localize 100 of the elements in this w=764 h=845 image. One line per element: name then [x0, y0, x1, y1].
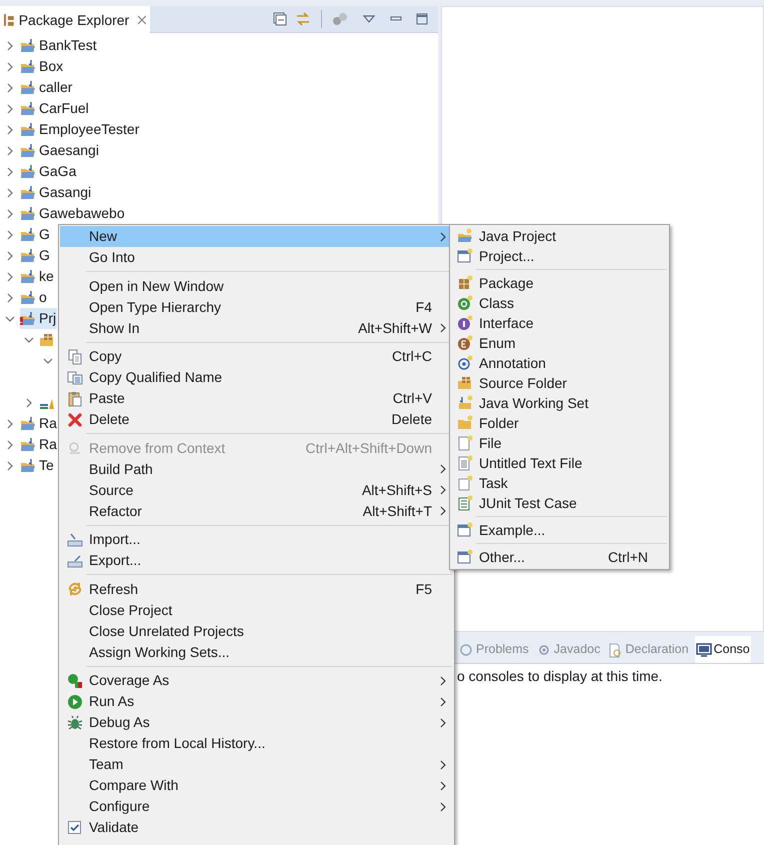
menu-item[interactable]: Package: [451, 273, 668, 293]
working-set-icon: [457, 395, 473, 411]
project-folder-icon: [20, 268, 36, 284]
project-folder-icon: [20, 458, 36, 474]
tree-item[interactable]: BankTest: [20, 35, 98, 56]
menu-item[interactable]: Configure: [60, 796, 453, 817]
bug-icon: [66, 714, 82, 730]
menu-item[interactable]: Source Alt+Shift+S: [60, 480, 453, 500]
menu-item[interactable]: Open Type Hierarchy F4: [60, 296, 453, 318]
menu-item[interactable]: Class: [451, 293, 668, 313]
menu-item[interactable]: Assign Working Sets...: [60, 642, 453, 662]
view-menu-icon[interactable]: [362, 14, 376, 24]
menu-item[interactable]: Restore from Local History...: [60, 733, 453, 754]
tree-item[interactable]: CarFuel: [20, 98, 90, 119]
import-icon: [66, 532, 82, 548]
monitor-icon: [696, 642, 712, 658]
shortcut-text: Ctrl+V: [392, 389, 432, 408]
tree-item[interactable]: EmployeeTester: [20, 119, 140, 140]
tree-item[interactable]: Ra: [20, 413, 58, 434]
tree-item[interactable]: Box: [20, 56, 64, 77]
class-icon: [457, 295, 473, 311]
menu-item[interactable]: Delete Delete: [60, 409, 453, 430]
project-folder-icon: [20, 416, 36, 432]
menu-item[interactable]: Show In Alt+Shift+W: [60, 318, 453, 338]
shortcut-text: Ctrl+C: [392, 347, 432, 366]
menu-item[interactable]: Refactor Alt+Shift+T: [60, 500, 453, 522]
menu-item[interactable]: Enum: [451, 333, 668, 353]
panel-tab[interactable]: Conso: [694, 636, 751, 663]
tree-item[interactable]: Prj: [20, 308, 58, 329]
menu-item[interactable]: Run As: [60, 691, 453, 712]
menu-item[interactable]: Java Working Set: [451, 393, 668, 413]
tree-item[interactable]: G: [20, 224, 51, 245]
shortcut-text: F4: [416, 298, 432, 316]
menu-item[interactable]: Close Project: [60, 600, 453, 620]
tree-item[interactable]: G: [20, 245, 51, 266]
tree-item[interactable]: Te: [20, 455, 55, 476]
project-folder-icon: [20, 122, 36, 138]
text-file-icon: [457, 455, 473, 471]
menu-item[interactable]: Go Into: [60, 247, 453, 268]
menu-item[interactable]: Build Path: [60, 458, 453, 480]
menu-item[interactable]: Source Folder: [451, 373, 668, 393]
interface-icon: [457, 315, 473, 331]
shortcut-text: Alt+Shift+T: [362, 502, 432, 520]
menu-item[interactable]: Import...: [60, 529, 453, 550]
menu-item[interactable]: Copy Qualified Name: [60, 367, 453, 388]
view-tab[interactable]: Package Explorer: [0, 6, 150, 34]
menu-item[interactable]: Project...: [451, 246, 668, 266]
menu-item[interactable]: Team: [60, 754, 453, 775]
coverage-icon: [66, 672, 82, 688]
tree-item[interactable]: Gaesangi: [20, 140, 100, 161]
menu-item[interactable]: Open in New Window: [60, 276, 453, 296]
run-icon: [66, 694, 82, 710]
folder-icon: [457, 415, 473, 431]
menu-item[interactable]: Refresh F5: [60, 578, 453, 600]
shortcut-text: Alt+Shift+S: [362, 480, 432, 500]
menu-item[interactable]: Validate: [60, 817, 453, 838]
menu-item[interactable]: Java Project: [451, 226, 668, 246]
menu-item[interactable]: Close Unrelated Projects: [60, 620, 453, 642]
menu-item[interactable]: Example...: [451, 520, 668, 540]
file-icon: [457, 435, 473, 451]
close-icon[interactable]: [137, 15, 147, 25]
menu-item[interactable]: Paste Ctrl+V: [60, 388, 453, 409]
menu-item[interactable]: Debug As: [60, 712, 453, 733]
clipboard-icon: [66, 390, 82, 406]
project-folder-icon: [20, 436, 36, 452]
tree-item[interactable]: Ra: [20, 434, 58, 455]
window-icon: [457, 522, 473, 538]
shortcut-text: Ctrl+N: [608, 548, 648, 566]
project-folder-icon: [20, 226, 36, 242]
tree-item[interactable]: o: [20, 287, 48, 308]
enum-icon: [457, 335, 473, 351]
menu-item[interactable]: Coverage As: [60, 670, 453, 691]
package-folder-icon: [39, 332, 55, 348]
tree-item[interactable]: caller: [20, 77, 74, 98]
menu-item[interactable]: Compare With: [60, 775, 453, 796]
menu-item[interactable]: Export...: [60, 550, 453, 571]
shortcut-text: Ctrl+Alt+Shift+Down: [306, 438, 432, 458]
tree-item[interactable]: Gasangi: [20, 182, 92, 203]
package-explorer-icon: [3, 13, 15, 27]
package-icon: [457, 275, 473, 291]
menu-item[interactable]: JUnit Test Case: [451, 493, 668, 513]
project-folder-icon: [20, 38, 36, 54]
task-icon: [457, 475, 473, 491]
menu-item[interactable]: Interface: [451, 313, 668, 333]
project-folder-icon: [457, 228, 473, 244]
project-folder-icon: [20, 100, 36, 116]
collapse-all-icon[interactable]: [273, 12, 287, 26]
tree-item[interactable]: ke: [20, 266, 55, 287]
project-folder-icon: [20, 58, 36, 74]
menu-item[interactable]: Untitled Text File: [451, 453, 668, 473]
menu-item[interactable]: Folder: [451, 413, 668, 433]
menu-item[interactable]: Copy Ctrl+C: [60, 346, 453, 367]
tree-item[interactable]: Gawebawebo: [20, 203, 126, 224]
menu-item[interactable]: Other... Ctrl+N: [451, 547, 668, 567]
maximize-icon[interactable]: [416, 13, 428, 25]
menu-item[interactable]: File: [451, 433, 668, 453]
menu-item[interactable]: Task: [451, 473, 668, 493]
menu-item[interactable]: Annotation: [451, 353, 668, 373]
tree-item[interactable]: GaGa: [20, 161, 78, 182]
shortcut-text: F5: [416, 580, 432, 598]
